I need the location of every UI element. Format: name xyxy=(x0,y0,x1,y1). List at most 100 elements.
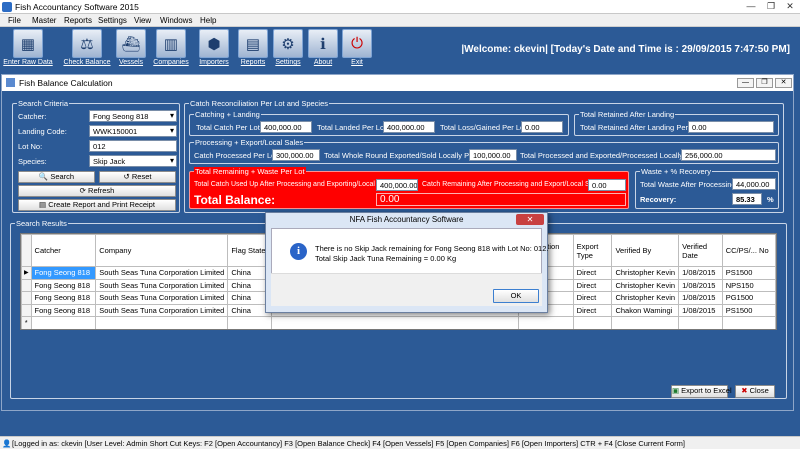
cell-empty[interactable] xyxy=(95,316,229,329)
cell-catcher[interactable]: Fong Seong 818 xyxy=(30,291,97,305)
cell-catcher[interactable]: Fong Seong 818 xyxy=(30,303,97,317)
col-verified-date[interactable]: Verified Date xyxy=(678,234,723,267)
toolbar-settings[interactable]: ⚙ Settings xyxy=(271,29,305,70)
menu-help[interactable]: Help xyxy=(200,16,216,25)
cell-cc-no[interactable]: PS1500 xyxy=(721,303,776,317)
col-export-type[interactable]: Export Type xyxy=(572,234,613,267)
menu-settings[interactable]: Settings xyxy=(98,16,127,25)
row-header xyxy=(21,303,32,317)
cell-empty[interactable] xyxy=(678,316,723,329)
cell-empty[interactable] xyxy=(30,316,97,329)
cell-company[interactable]: South Seas Tuna Corporation Limited xyxy=(95,266,229,280)
maximize-icon[interactable]: ❐ xyxy=(762,1,780,12)
cell-export-type[interactable]: Direct xyxy=(572,303,613,317)
cell-verified-date[interactable]: 1/08/2015 xyxy=(678,303,723,317)
menu-view[interactable]: View xyxy=(134,16,151,25)
catcher-label: Catcher: xyxy=(18,112,47,121)
cell-catcher[interactable]: Fong Seong 818 xyxy=(30,266,97,280)
catcher-select[interactable]: Fong Seong 818 xyxy=(89,110,177,122)
cell-export-type[interactable]: Direct xyxy=(572,291,613,305)
search-criteria-legend: Search Criteria xyxy=(17,99,70,108)
processed-exported-field: 256,000.00 xyxy=(681,149,776,161)
cell-verified-by[interactable]: Christopher Kevin xyxy=(611,278,680,292)
toolbar-enter-raw-data[interactable]: ▦ Enter Raw Data xyxy=(2,29,54,70)
processed-label: Catch Processed Per Lot: xyxy=(194,151,280,160)
toolbar-about[interactable]: ℹ About xyxy=(307,29,339,70)
cell-company[interactable]: South Seas Tuna Corporation Limited xyxy=(95,303,229,317)
close-icon[interactable]: ✕ xyxy=(781,1,799,12)
col-company[interactable]: Company xyxy=(95,234,229,267)
create-report-button[interactable]: ▤ Create Report and Print Receipt xyxy=(18,199,176,211)
search-button[interactable]: 🔍 Search xyxy=(18,171,95,183)
cell-company[interactable]: South Seas Tuna Corporation Limited xyxy=(95,278,229,292)
cell-verified-date[interactable]: 1/08/2015 xyxy=(678,291,723,305)
toolbar-companies[interactable]: ▥ Companies xyxy=(150,29,192,70)
cell-cc-no[interactable]: NPS150 xyxy=(721,278,776,292)
menu-windows[interactable]: Windows xyxy=(160,16,192,25)
catching-landing-legend: Catching + Landing xyxy=(194,110,261,119)
child-restore-icon[interactable]: ❐ xyxy=(756,78,773,88)
cell-company[interactable]: South Seas Tuna Corporation Limited xyxy=(95,291,229,305)
close-button[interactable]: ✖ Close xyxy=(735,385,775,398)
message-dialog: NFA Fish Accountancy Software ✕ i There … xyxy=(265,212,548,313)
species-label: Species: xyxy=(18,157,47,166)
retained-field: 0.00 xyxy=(688,121,774,133)
remaining-legend: Total Remaining + Waste Per Lot xyxy=(194,167,306,176)
retained-legend: Total Retained After Landing xyxy=(579,110,676,119)
toolbar-exit[interactable]: ⏻ Exit xyxy=(341,29,373,70)
child-title: Fish Balance Calculation xyxy=(19,78,113,88)
toolbar-vessels[interactable]: ⛴ Vessels xyxy=(114,29,148,70)
new-row-indicator: * xyxy=(21,316,32,329)
cell-catcher[interactable]: Fong Seong 818 xyxy=(30,278,97,292)
cell-verified-by[interactable]: Chakon Wamingi xyxy=(611,303,680,317)
landing-code-label: Landing Code: xyxy=(18,127,67,136)
cell-empty[interactable] xyxy=(611,316,680,329)
calculator-icon: ▦ xyxy=(13,29,43,58)
processed-field: 300,000.00 xyxy=(272,149,320,161)
reset-icon: ↺ xyxy=(123,172,132,181)
cell-export-type[interactable]: Direct xyxy=(572,278,613,292)
col-cc-ps-no[interactable]: CC/PS/... No xyxy=(721,234,776,267)
cell-empty[interactable] xyxy=(572,316,613,329)
information-icon: i xyxy=(290,243,307,260)
child-minimize-icon[interactable]: — xyxy=(737,78,754,88)
menu-file[interactable]: File xyxy=(8,16,21,25)
landing-code-select[interactable]: WWK150001 xyxy=(89,125,177,137)
cell-empty[interactable] xyxy=(517,316,574,329)
cell-empty[interactable] xyxy=(227,316,273,329)
minimize-icon[interactable]: — xyxy=(742,1,760,12)
cell-export-type[interactable]: Direct xyxy=(572,266,613,280)
menu-reports[interactable]: Reports xyxy=(64,16,92,25)
menu-bar: File Master Reports Settings View Window… xyxy=(0,14,800,27)
cell-cc-no[interactable]: PS1500 xyxy=(721,266,776,280)
catch-reconciliation-legend: Catch Reconciliation Per Lot and Species xyxy=(189,99,329,108)
whole-round-field: 100,000.00 xyxy=(469,149,517,161)
child-close-icon[interactable]: ✕ xyxy=(775,78,792,88)
species-select[interactable]: Skip Jack xyxy=(89,155,177,167)
catch-remaining-field: 0.00 xyxy=(588,179,626,191)
col-catcher[interactable]: Catcher xyxy=(30,234,97,267)
cell-verified-by[interactable]: Christopher Kevin xyxy=(611,266,680,280)
reset-button[interactable]: ↺ Reset xyxy=(99,171,176,183)
export-to-excel-button[interactable]: ▣ Export to Excel xyxy=(671,385,732,398)
dialog-close-icon[interactable]: ✕ xyxy=(516,214,544,225)
cell-verified-date[interactable]: 1/08/2015 xyxy=(678,278,723,292)
toolbar-reports[interactable]: ▤ Reports xyxy=(236,29,270,70)
total-balance-field: 0.00 xyxy=(376,193,626,206)
toolbar-check-balance[interactable]: ⚖ Check Balance xyxy=(62,29,112,70)
cell-cc-no[interactable]: PG1500 xyxy=(721,291,776,305)
cell-verified-by[interactable]: Christopher Kevin xyxy=(611,291,680,305)
new-row[interactable]: * xyxy=(21,316,776,329)
lot-no-input[interactable]: 012 xyxy=(89,140,177,152)
search-criteria-group: Search Criteria Catcher: Fong Seong 818 … xyxy=(12,99,180,213)
menu-master[interactable]: Master xyxy=(32,16,56,25)
refresh-button[interactable]: ⟳ Refresh xyxy=(18,185,176,197)
row-header-corner xyxy=(21,234,32,267)
close-form-icon: ✖ xyxy=(741,386,750,395)
cell-verified-date[interactable]: 1/08/2015 xyxy=(678,266,723,280)
col-verified-by[interactable]: Verified By xyxy=(611,234,680,267)
ok-button[interactable]: OK xyxy=(493,289,539,303)
cell-empty[interactable] xyxy=(721,316,776,329)
status-bar: 👤 [Logged in as: ckevin [User Level: Adm… xyxy=(0,436,800,449)
toolbar-importers[interactable]: ⬢ Importers xyxy=(194,29,234,70)
